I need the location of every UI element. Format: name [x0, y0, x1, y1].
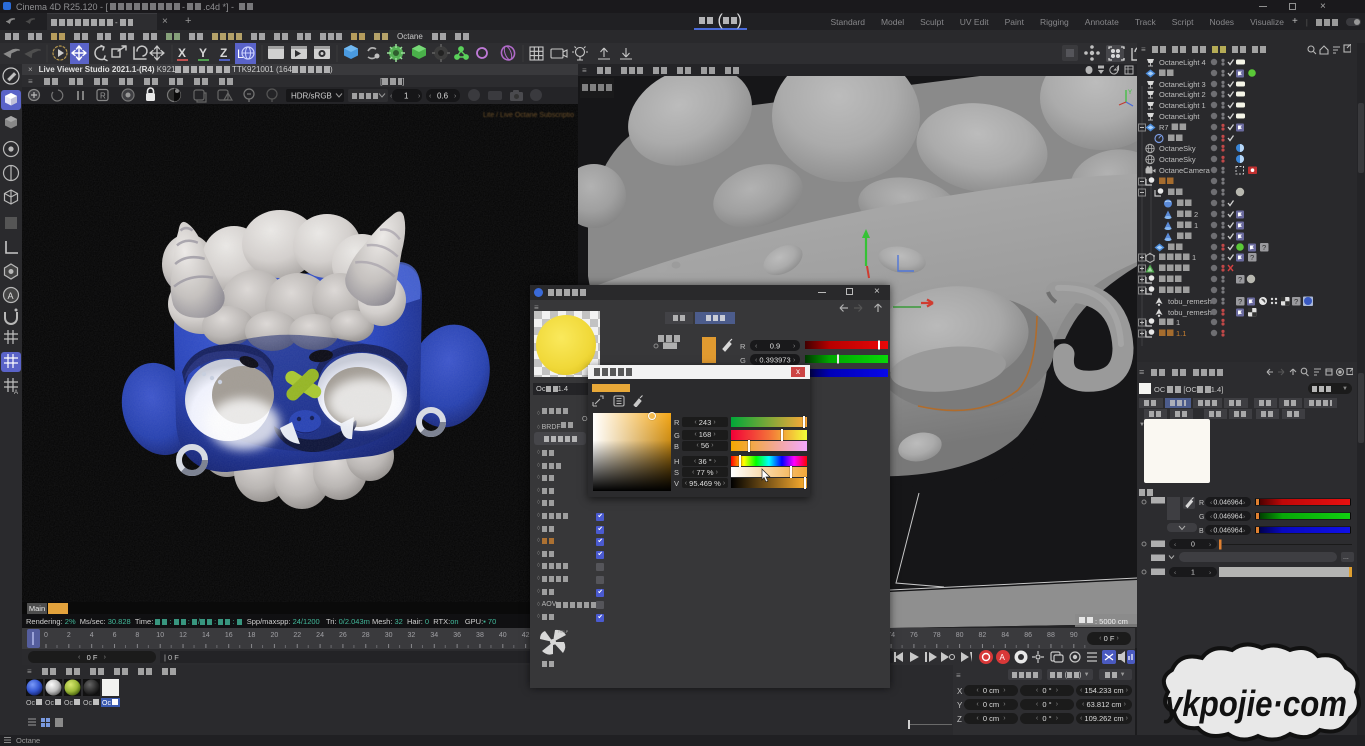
svg-text:?: ? — [1250, 253, 1254, 262]
svg-text:34: 34 — [430, 632, 438, 639]
svg-text:0.046964: 0.046964 — [1213, 514, 1242, 521]
svg-text:OctaneLight: OctaneLight — [1159, 112, 1200, 121]
svg-text:90: 90 — [1070, 632, 1078, 639]
svg-text:Z: Z — [220, 46, 227, 60]
svg-text:‹: ‹ — [1174, 570, 1176, 577]
svg-text:G: G — [740, 356, 746, 365]
svg-text:R: R — [1199, 500, 1204, 507]
svg-text:86: 86 — [1024, 632, 1032, 639]
svg-text:›: › — [1209, 570, 1211, 577]
svg-text:20: 20 — [271, 632, 279, 639]
svg-text:OctaneLight 4: OctaneLight 4 — [1159, 58, 1206, 67]
svg-text:G: G — [1199, 514, 1204, 521]
svg-text:0.6: 0.6 — [437, 92, 449, 101]
svg-text:0.046964: 0.046964 — [1213, 500, 1242, 507]
svg-text:0.9: 0.9 — [770, 342, 780, 351]
svg-text:?: ? — [1294, 297, 1298, 306]
svg-text:B: B — [1199, 528, 1204, 535]
svg-text:2: 2 — [67, 632, 71, 639]
svg-text:1: 1 — [1194, 221, 1198, 230]
svg-text:OctaneSky: OctaneSky — [1159, 155, 1196, 164]
svg-text:‹: ‹ — [1210, 500, 1212, 507]
svg-text:›: › — [1243, 500, 1245, 507]
svg-text:6: 6 — [113, 632, 117, 639]
svg-text:›: › — [1243, 514, 1245, 521]
svg-text:‹: ‹ — [1210, 514, 1212, 521]
svg-text:R: R — [740, 342, 746, 351]
svg-text:18: 18 — [248, 632, 256, 639]
svg-text:...: ... — [1343, 554, 1349, 561]
svg-text:OctaneLight 1: OctaneLight 1 — [1159, 101, 1206, 110]
svg-text:X: X — [178, 46, 186, 60]
svg-text:tobu_remesh: tobu_remesh — [1168, 297, 1212, 306]
svg-text:?: ? — [1262, 243, 1266, 252]
svg-text:78: 78 — [933, 632, 941, 639]
svg-text:A: A — [14, 390, 18, 396]
svg-text:40: 40 — [499, 632, 507, 639]
svg-text:A: A — [8, 291, 14, 301]
svg-text:24: 24 — [316, 632, 324, 639]
svg-text:OctaneCamera: OctaneCamera — [1159, 166, 1211, 175]
svg-text:38: 38 — [476, 632, 484, 639]
svg-text:Oc: Oc — [64, 700, 73, 707]
svg-text:Oc: Oc — [83, 700, 92, 707]
svg-text:76: 76 — [910, 632, 918, 639]
svg-text:1: 1 — [1176, 318, 1180, 327]
svg-text:84: 84 — [1001, 632, 1009, 639]
svg-text:30: 30 — [385, 632, 393, 639]
svg-text:ykpojie·com: ykpojie·com — [1163, 683, 1347, 724]
svg-text:‹: ‹ — [1210, 528, 1212, 535]
svg-text:1.1: 1.1 — [1176, 329, 1186, 338]
svg-text:12: 12 — [179, 632, 187, 639]
svg-text:OctaneLight 3: OctaneLight 3 — [1159, 80, 1206, 89]
svg-text:HELP: HELP — [558, 629, 568, 634]
svg-text:42: 42 — [522, 632, 530, 639]
svg-text:2: 2 — [1194, 210, 1198, 219]
svg-text:0.046964: 0.046964 — [1213, 528, 1242, 535]
svg-text:88: 88 — [1047, 632, 1055, 639]
svg-text:8: 8 — [135, 632, 139, 639]
svg-text:1: 1 — [1191, 570, 1195, 577]
svg-text:Oc: Oc — [26, 700, 35, 707]
svg-text:14: 14 — [202, 632, 210, 639]
svg-text:1: 1 — [404, 92, 409, 101]
svg-text:36: 36 — [453, 632, 461, 639]
svg-text:4: 4 — [90, 632, 94, 639]
svg-text:0: 0 — [1191, 542, 1195, 549]
svg-text:1: 1 — [1192, 253, 1196, 262]
svg-text:Oc: Oc — [102, 700, 111, 707]
svg-text:28: 28 — [362, 632, 370, 639]
svg-text:A: A — [1000, 653, 1006, 662]
svg-text:‹: ‹ — [1174, 542, 1176, 549]
svg-text:26: 26 — [339, 632, 347, 639]
svg-text:R: R — [100, 92, 106, 101]
svg-text:OctaneSky: OctaneSky — [1159, 144, 1196, 153]
svg-text:: 5000 cm: : 5000 cm — [1095, 617, 1128, 626]
svg-text:›: › — [1209, 542, 1211, 549]
svg-text:›: › — [1243, 528, 1245, 535]
svg-text:16: 16 — [225, 632, 233, 639]
svg-text:10: 10 — [156, 632, 164, 639]
svg-text:0: 0 — [44, 632, 48, 639]
svg-text:?: ? — [1238, 297, 1242, 306]
svg-text:OctaneLight 2: OctaneLight 2 — [1159, 90, 1206, 99]
svg-text:80: 80 — [956, 632, 964, 639]
svg-text:0.393973: 0.393973 — [759, 356, 790, 365]
svg-text:tobu_remesh: tobu_remesh — [1168, 308, 1212, 317]
svg-text:22: 22 — [293, 632, 301, 639]
svg-text:HDR/sRGB: HDR/sRGB — [291, 92, 332, 101]
svg-text:Oc: Oc — [45, 700, 54, 707]
svg-text:82: 82 — [979, 632, 987, 639]
svg-text:R7: R7 — [1159, 123, 1169, 132]
svg-text:Y: Y — [1128, 90, 1132, 96]
svg-text:32: 32 — [408, 632, 416, 639]
svg-text:Y: Y — [199, 46, 207, 60]
svg-text:?: ? — [1238, 275, 1242, 284]
